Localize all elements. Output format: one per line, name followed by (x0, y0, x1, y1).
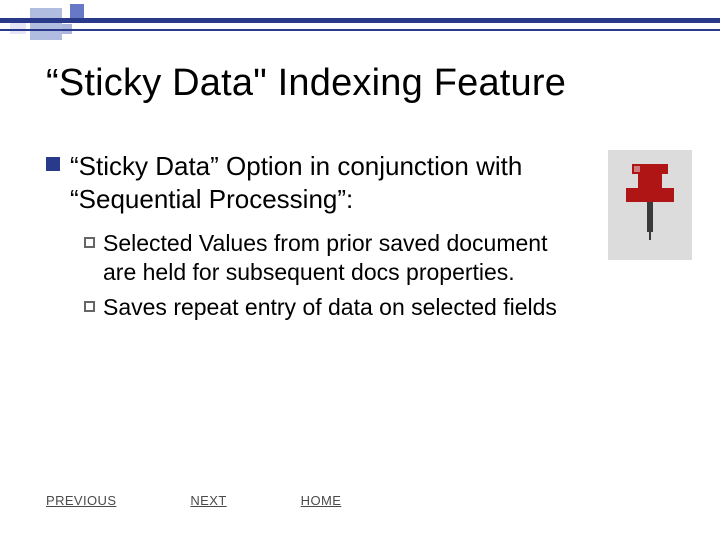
hollow-square-bullet-icon (84, 237, 95, 248)
hollow-square-bullet-icon (84, 301, 95, 312)
square-bullet-icon (46, 157, 60, 171)
pushpin-svg (620, 158, 680, 242)
bullet-level1: “Sticky Data” Option in conjunction with… (46, 150, 674, 215)
bullet-level2: Selected Values from prior saved documen… (84, 229, 674, 287)
deco-square (70, 4, 84, 18)
bullet-text: “Sticky Data” Option in conjunction with… (70, 150, 550, 215)
deco-line-thick (0, 18, 720, 23)
previous-link[interactable]: PREVIOUS (46, 493, 116, 508)
bullet-level2: Saves repeat entry of data on selected f… (84, 293, 674, 322)
deco-square (30, 8, 62, 40)
next-link[interactable]: NEXT (190, 493, 226, 508)
bullet-text: Selected Values from prior saved documen… (103, 229, 573, 287)
header-decoration (0, 0, 720, 36)
home-link[interactable]: HOME (301, 493, 342, 508)
deco-line-thin (0, 29, 720, 31)
slide-title: “Sticky Data" Indexing Feature (46, 62, 566, 105)
bullet-text: Saves repeat entry of data on selected f… (103, 293, 557, 322)
pushpin-icon (608, 150, 692, 260)
sub-bullet-list: Selected Values from prior saved documen… (84, 229, 674, 321)
slide-content: “Sticky Data” Option in conjunction with… (46, 150, 674, 327)
slide-nav: PREVIOUS NEXT HOME (46, 493, 341, 508)
